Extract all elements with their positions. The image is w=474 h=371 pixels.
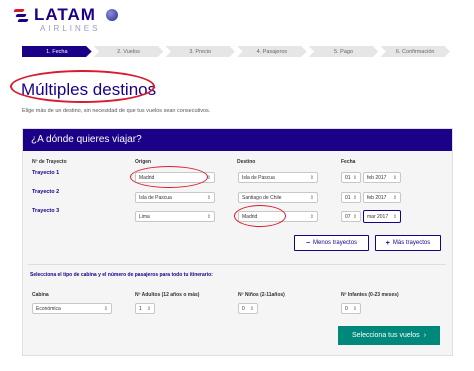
chevron-updown-icon: ⇕ <box>146 305 151 312</box>
chevron-updown-icon: ⇕ <box>392 174 397 181</box>
col-destino-label: Destino <box>237 159 256 165</box>
adultos-label: Nº Adultos (12 años o más) <box>135 292 200 298</box>
step-pago: 5. Pago <box>308 46 379 57</box>
latam-logo-icon <box>13 6 30 26</box>
cabin-select[interactable]: Económica ⇕ <box>32 303 112 314</box>
col-origen-label: Origen <box>135 159 152 165</box>
form-heading: ¿A dónde quieres viajar? <box>23 129 452 151</box>
annotation-circle-title <box>10 70 155 103</box>
latam-logo[interactable]: LATAM AIRLINES <box>13 5 101 33</box>
select-value: feb 2017 <box>367 194 387 201</box>
select-value: 01 <box>345 174 351 181</box>
chevron-updown-icon: ⇕ <box>352 174 357 181</box>
select-value: Lima <box>139 213 150 220</box>
site-header: LATAM AIRLINES <box>0 0 474 42</box>
chevron-updown-icon: ⇕ <box>352 194 357 201</box>
chevron-updown-icon: ⇕ <box>309 213 314 220</box>
trip-2-month-select[interactable]: feb 2017 ⇕ <box>363 192 401 203</box>
trip-3-month-select[interactable]: mar 2017 ⇕ <box>363 210 401 223</box>
step-pasajeros: 4. Pasajeros <box>237 46 307 57</box>
chevron-updown-icon: ⇕ <box>206 194 211 201</box>
chevron-updown-icon: ⇕ <box>352 213 357 220</box>
select-value: 0 <box>242 305 245 312</box>
less-trips-button[interactable]: − Menos trayectos <box>294 235 369 251</box>
chevron-updown-icon: ⇕ <box>392 213 397 220</box>
trip-2-destination-select[interactable]: Santiago de Chile ⇕ <box>238 192 318 203</box>
more-trips-label: Más trayectos <box>392 240 431 246</box>
select-value: Isla de Pascua <box>242 174 275 181</box>
brand-sub: AIRLINES <box>40 24 101 33</box>
col-fecha-label: Fecha <box>341 159 356 165</box>
trip-1-destination-select[interactable]: Isla de Pascua ⇕ <box>238 172 318 183</box>
oneworld-globe-icon <box>106 9 118 21</box>
trip-3-origin-select[interactable]: Lima ⇕ <box>135 211 215 222</box>
page-subtitle: Elige más de un destino, sin necesidad d… <box>22 108 211 114</box>
select-value: 01 <box>345 194 351 201</box>
chevron-updown-icon: ⇕ <box>206 213 211 220</box>
infants-select[interactable]: 0 ⇕ <box>341 303 361 314</box>
chevron-updown-icon: ⇕ <box>309 174 314 181</box>
less-trips-label: Menos trayectos <box>313 240 358 246</box>
select-value: mar 2017 <box>367 213 389 220</box>
select-value: feb 2017 <box>367 174 387 181</box>
progress-steps: 1. Fecha 2. Vuelos 3. Precio 4. Pasajero… <box>22 46 452 57</box>
children-select[interactable]: 0 ⇕ <box>238 303 258 314</box>
chevron-updown-icon: ⇕ <box>392 194 397 201</box>
step-confirmacion: 6. Confirmación <box>380 46 451 57</box>
cabina-label: Cabina <box>32 292 49 298</box>
select-value: 1 <box>139 305 142 312</box>
select-value: Isla de Pascua <box>139 194 172 201</box>
select-value: Santiago de Chile <box>242 194 282 201</box>
trip-1-month-select[interactable]: feb 2017 ⇕ <box>363 172 401 183</box>
trip-2-label: Trayecto 2 <box>32 189 60 195</box>
infantes-label: Nº Infantes (0-23 meses) <box>341 292 399 298</box>
trip-1-label: Trayecto 1 <box>32 170 60 176</box>
chevron-updown-icon: ⇕ <box>249 305 254 312</box>
trip-2-day-select[interactable]: 01 ⇕ <box>341 192 361 203</box>
select-value: 0 <box>345 305 348 312</box>
minus-icon: − <box>305 239 311 247</box>
chevron-right-icon: › <box>423 332 427 339</box>
more-trips-button[interactable]: + Más trayectos <box>375 235 441 251</box>
plus-icon: + <box>385 239 390 247</box>
adults-select[interactable]: 1 ⇕ <box>135 303 155 314</box>
chevron-updown-icon: ⇕ <box>103 305 108 312</box>
search-flights-label: Selecciona tus vuelos <box>351 332 420 339</box>
brand-name: LATAM <box>34 5 96 24</box>
divider <box>28 264 446 265</box>
trip-1-day-select[interactable]: 01 ⇕ <box>341 172 361 183</box>
passenger-note: Selecciona el tipo de cabina y el número… <box>30 272 213 278</box>
step-fecha: 1. Fecha <box>22 46 92 57</box>
step-precio: 3. Precio <box>165 46 236 57</box>
select-value: 07 <box>345 213 351 220</box>
select-value: Económica <box>36 305 61 312</box>
chevron-updown-icon: ⇕ <box>352 305 357 312</box>
trip-3-label: Trayecto 3 <box>32 208 60 214</box>
step-vuelos: 2. Vuelos <box>93 46 164 57</box>
trip-2-origin-select[interactable]: Isla de Pascua ⇕ <box>135 192 215 203</box>
trip-3-day-select[interactable]: 07 ⇕ <box>341 211 361 222</box>
chevron-updown-icon: ⇕ <box>309 194 314 201</box>
ninos-label: Nº Niños (2-11años) <box>238 292 285 298</box>
annotation-circle-destination <box>234 205 286 227</box>
annotation-circle-origin <box>130 166 208 188</box>
search-flights-button[interactable]: Selecciona tus vuelos › <box>338 326 440 345</box>
col-trayecto-label: Nº de Trayecto <box>32 159 67 165</box>
